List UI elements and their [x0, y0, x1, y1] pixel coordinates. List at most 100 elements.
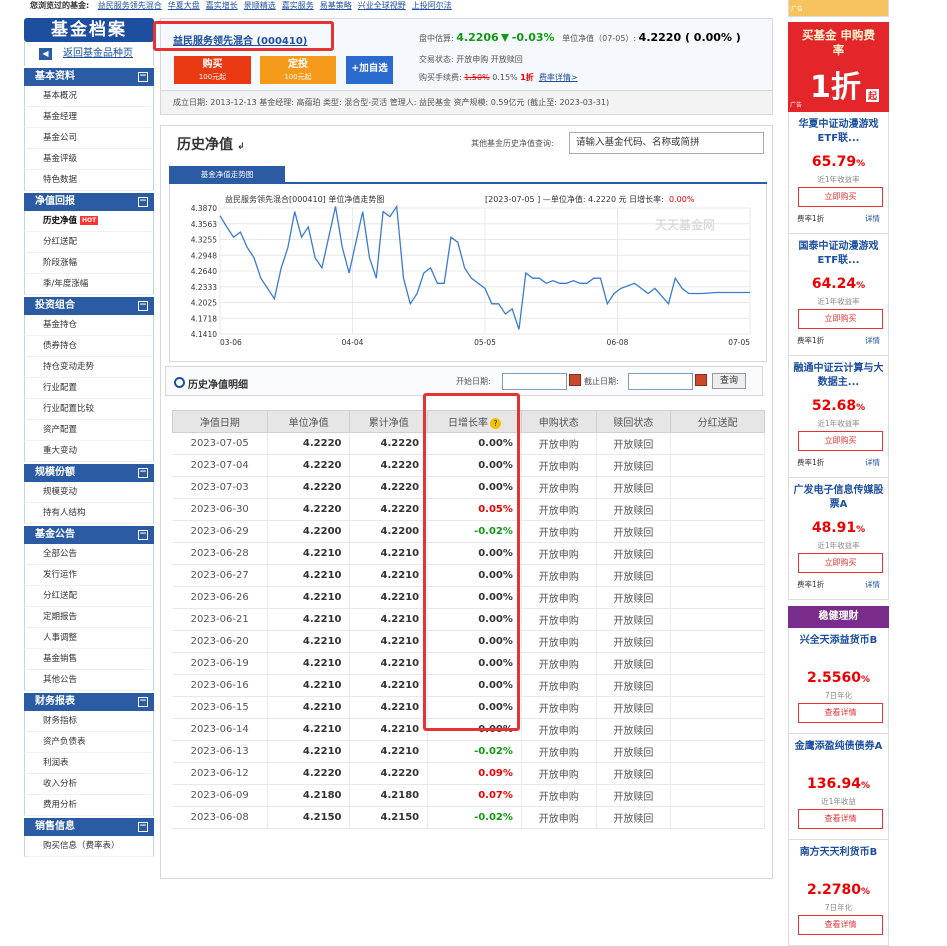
- growth-cell: -0.02%: [427, 806, 522, 829]
- nav-section-header[interactable]: 投资组合 −: [24, 297, 154, 315]
- nav-item[interactable]: 阶段涨幅: [24, 253, 154, 274]
- calendar-icon[interactable]: [569, 374, 581, 386]
- acc-nav-cell: 4.2220: [349, 498, 429, 521]
- query-button[interactable]: 查询: [712, 373, 746, 389]
- unit-nav-cell: 4.2180: [267, 784, 351, 807]
- nav-item[interactable]: 基金公司: [24, 128, 154, 149]
- nav-item[interactable]: 特色数据: [24, 170, 154, 191]
- fund-promo-card[interactable]: 国泰中证动漫游戏ETF联... 64.24% 近1年收益率 立即购买 费率1折 详情: [788, 234, 889, 356]
- nav-item[interactable]: 收入分析: [24, 774, 154, 795]
- calendar-icon[interactable]: [695, 374, 707, 386]
- nav-item[interactable]: 利润表: [24, 753, 154, 774]
- recent-fund-link[interactable]: 景顺精选: [244, 1, 276, 10]
- nav-section-header[interactable]: 基金公告 −: [24, 526, 154, 544]
- fund-promo-card[interactable]: 广发电子信息传媒股票A 48.91% 近1年收益率 立即购买 费率1折 详情: [788, 478, 889, 600]
- promo-fund-name[interactable]: 广发电子信息传媒股票A: [793, 484, 884, 512]
- nav-item[interactable]: 季/年度涨幅: [24, 274, 154, 295]
- tab-nav-chart[interactable]: 基金净值走势图: [169, 166, 285, 184]
- nav-item[interactable]: 基金持仓: [24, 315, 154, 336]
- promo-buy-button[interactable]: 立即购买: [798, 553, 883, 573]
- fund-promo-card[interactable]: 华夏中证动漫游戏ETF联... 65.79% 近1年收益率 立即购买 费率1折 详情: [788, 112, 889, 234]
- nav-item[interactable]: 基金销售: [24, 649, 154, 670]
- nav-item[interactable]: 全部公告: [24, 544, 154, 565]
- recent-fund-link[interactable]: 嘉实增长: [206, 1, 238, 10]
- back-link[interactable]: ◀ 返回基金品种页: [24, 42, 154, 66]
- nav-item[interactable]: 债券持仓: [24, 336, 154, 357]
- collapse-icon[interactable]: −: [138, 72, 148, 82]
- nav-item[interactable]: 人事调整: [24, 628, 154, 649]
- fund-promo-card[interactable]: 南方天天利货币B 2.2780% 7日年化 查看详情: [788, 840, 889, 946]
- nav-section-header[interactable]: 基本资料 −: [24, 68, 154, 86]
- recent-fund-link[interactable]: 益民服务领先混合: [98, 1, 162, 10]
- nav-item[interactable]: 持有人结构: [24, 503, 154, 524]
- promo-detail-link[interactable]: 详情: [865, 457, 880, 468]
- fund-promo-card[interactable]: 融通中证云计算与大数据主... 52.68% 近1年收益率 立即购买 费率1折 详情: [788, 356, 889, 478]
- promo-buy-button[interactable]: 立即购买: [798, 187, 883, 207]
- end-date-input[interactable]: [628, 373, 693, 390]
- nav-item[interactable]: 其他公告: [24, 670, 154, 691]
- fee-ad-banner[interactable]: 买基金 申购费率 1折 起 广告: [788, 22, 889, 112]
- nav-item-label: 季/年度涨幅: [43, 279, 89, 289]
- nav-item[interactable]: 分红送配: [24, 586, 154, 607]
- collapse-icon[interactable]: −: [138, 697, 148, 707]
- promo-fund-name[interactable]: 国泰中证动漫游戏ETF联...: [793, 240, 884, 268]
- nav-item[interactable]: 费用分析: [24, 795, 154, 816]
- ad-banner-top[interactable]: 广告: [788, 0, 889, 17]
- nav-section-header[interactable]: 销售信息 −: [24, 818, 154, 836]
- promo-detail-link[interactable]: 详情: [865, 335, 880, 346]
- nav-item[interactable]: 分红送配: [24, 232, 154, 253]
- nav-item[interactable]: 历史净值 HOT: [24, 211, 154, 232]
- nav-item[interactable]: 基金经理: [24, 107, 154, 128]
- recent-fund-link[interactable]: 易基策略: [320, 1, 352, 10]
- nav-item[interactable]: 规模变动: [24, 482, 154, 503]
- nav-item[interactable]: 持仓变动走势: [24, 357, 154, 378]
- promo-detail-link[interactable]: 详情: [865, 213, 880, 224]
- nav-item[interactable]: 行业配置: [24, 378, 154, 399]
- fund-promo-card[interactable]: 金鹰添盈纯债债券A 136.94% 近1年收益 查看详情: [788, 734, 889, 840]
- recent-fund-link[interactable]: 上投阿尔法: [412, 1, 452, 10]
- nav-item[interactable]: 基金评级: [24, 149, 154, 170]
- promo-fund-name[interactable]: 融通中证云计算与大数据主...: [793, 362, 884, 390]
- collapse-icon[interactable]: −: [138, 822, 148, 832]
- collapse-icon[interactable]: −: [138, 301, 148, 311]
- nav-item[interactable]: 行业配置比较: [24, 399, 154, 420]
- collapse-icon[interactable]: −: [138, 468, 148, 478]
- promo-fee: 费率1折: [797, 458, 825, 467]
- promo-buy-button[interactable]: 查看详情: [798, 703, 883, 723]
- nav-item[interactable]: 购买信息（费率表）: [24, 836, 154, 857]
- nav-item[interactable]: 资产负债表: [24, 732, 154, 753]
- fund-name-link[interactable]: 益民服务领先混合 (000410): [173, 32, 307, 47]
- back-link-text[interactable]: 返回基金品种页: [63, 48, 133, 59]
- fund-search-input[interactable]: 请输入基金代码、名称或简拼: [569, 132, 764, 154]
- buy-button[interactable]: 购买 100元起: [174, 56, 251, 84]
- fee-detail-link[interactable]: 费率详情>: [539, 73, 578, 82]
- nav-item[interactable]: 重大变动: [24, 441, 154, 462]
- recent-fund-link[interactable]: 嘉实服务: [282, 1, 314, 10]
- collapse-icon[interactable]: −: [138, 197, 148, 207]
- nav-item[interactable]: 发行运作: [24, 565, 154, 586]
- start-date-input[interactable]: [502, 373, 567, 390]
- nav-item[interactable]: 定期报告: [24, 607, 154, 628]
- promo-buy-button[interactable]: 立即购买: [798, 309, 883, 329]
- promo-buy-button[interactable]: 查看详情: [798, 915, 883, 935]
- collapse-icon[interactable]: −: [138, 530, 148, 540]
- recent-fund-link[interactable]: 华夏大盘: [168, 1, 200, 10]
- promo-fund-name[interactable]: 兴全天添益货币B: [793, 634, 884, 648]
- promo-detail-link[interactable]: 详情: [865, 579, 880, 590]
- nav-section-header[interactable]: 规模份额 −: [24, 464, 154, 482]
- fund-promo-card[interactable]: 兴全天添益货币B 2.5560% 7日年化 查看详情: [788, 628, 889, 734]
- nav-item[interactable]: 财务指标: [24, 711, 154, 732]
- promo-fund-name[interactable]: 金鹰添盈纯债债券A: [793, 740, 884, 754]
- nav-section-header[interactable]: 财务报表 −: [24, 693, 154, 711]
- promo-fund-name[interactable]: 南方天天利货币B: [793, 846, 884, 860]
- promo-buy-button[interactable]: 查看详情: [798, 809, 883, 829]
- acc-nav-cell: 4.2210: [349, 542, 429, 565]
- nav-section-header[interactable]: 净值回报 −: [24, 193, 154, 211]
- fixed-invest-button[interactable]: 定投 100元起: [260, 56, 336, 84]
- add-watchlist-button[interactable]: +加自选: [346, 56, 393, 84]
- nav-item[interactable]: 基本概况: [24, 86, 154, 107]
- promo-fund-name[interactable]: 华夏中证动漫游戏ETF联...: [793, 118, 884, 146]
- nav-item[interactable]: 资产配置: [24, 420, 154, 441]
- promo-buy-button[interactable]: 立即购买: [798, 431, 883, 451]
- recent-fund-link[interactable]: 兴业全球视野: [358, 1, 406, 10]
